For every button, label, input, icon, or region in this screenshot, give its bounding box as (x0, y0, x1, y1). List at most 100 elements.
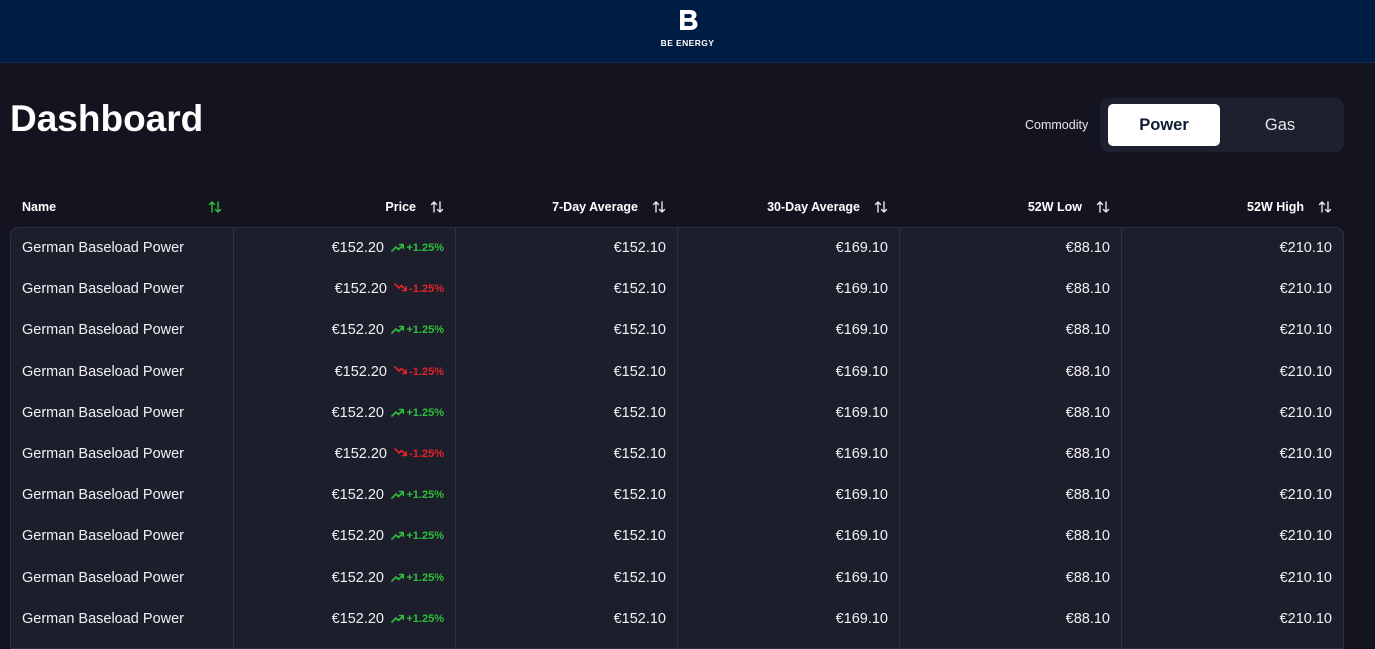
column-header-52w-low[interactable]: 52W Low (1028, 195, 1082, 219)
cell-52w-high: €210.10 (1279, 240, 1332, 256)
column-header-7-day-average[interactable]: 7-Day Average (552, 195, 638, 219)
trend-up-icon (391, 573, 405, 582)
trend-up-icon (391, 490, 405, 499)
cell-price-change: -1.25% (394, 434, 444, 474)
cell-price: €152.20 (331, 404, 384, 421)
cell-52w-low: €88.10 (1065, 281, 1110, 298)
trend-down-icon (394, 448, 408, 457)
sort-arrows-icon[interactable] (208, 200, 222, 214)
cell-30-day-average: €169.10 (835, 281, 888, 298)
cell-7-day-average: €152.10 (613, 363, 666, 380)
cell-30-day-average: €169.10 (835, 322, 888, 339)
cell-52w-low: €88.10 (1065, 363, 1110, 380)
cell-52w-low: €88.10 (1065, 446, 1110, 462)
cell-price: €152.20 (334, 363, 387, 380)
price-change-value: +1.25% (406, 571, 444, 584)
cell-52w-high: €210.10 (1279, 528, 1332, 545)
sort-arrows-icon[interactable] (1318, 200, 1332, 214)
commodity-option-gas[interactable]: Gas (1224, 104, 1336, 146)
table-row[interactable]: German Baseload Power €152.20 +1.25% €15… (11, 475, 1343, 516)
table-row[interactable]: German Baseload Power €152.20 +1.25% €15… (11, 228, 1343, 269)
cell-52w-high: €210.10 (1279, 446, 1332, 462)
cell-name: German Baseload Power (22, 487, 184, 504)
cell-52w-low: €88.10 (1065, 487, 1110, 504)
logo-b-icon (679, 10, 697, 30)
column-header-name[interactable]: Name (22, 195, 56, 219)
cell-price: €152.20 (331, 610, 384, 627)
cell-name: German Baseload Power (22, 240, 184, 256)
cell-price-change: -1.25% (394, 352, 444, 392)
table-row[interactable]: German Baseload Power €152.20 +1.25% €15… (11, 310, 1343, 351)
cell-7-day-average: €152.10 (613, 569, 666, 586)
price-change-value: -1.25% (409, 448, 444, 460)
sort-arrows-icon[interactable] (874, 200, 888, 214)
cell-30-day-average: €169.10 (835, 528, 888, 545)
price-change-value: -1.25% (409, 365, 444, 378)
cell-52w-high: €210.10 (1279, 569, 1332, 586)
cell-price-change: +1.25% (391, 599, 444, 639)
cell-price-change: +1.25% (391, 475, 444, 515)
trend-up-icon (391, 243, 405, 252)
table-row[interactable]: German Baseload Power €152.20 +1.25% €15… (11, 558, 1343, 599)
cell-7-day-average: €152.10 (613, 404, 666, 421)
cell-price: €152.20 (331, 322, 384, 339)
sort-arrows-icon[interactable] (430, 200, 444, 214)
cell-30-day-average: €169.10 (835, 610, 888, 627)
brand-logo[interactable]: BE ENERGY (0, 9, 1375, 48)
cell-52w-low: €88.10 (1065, 404, 1110, 421)
trend-down-icon (394, 365, 408, 374)
table-header: Name Price 7-Day Average 30-Day Average … (10, 195, 1344, 219)
price-change-value: +1.25% (406, 324, 444, 337)
cell-price-change: +1.25% (391, 310, 444, 350)
sort-arrows-icon[interactable] (1096, 200, 1110, 214)
trend-up-icon (391, 408, 405, 417)
cell-price: €152.20 (334, 281, 387, 298)
cell-30-day-average: €169.10 (835, 487, 888, 504)
table-row[interactable]: German Baseload Power €152.20 +1.25% €15… (11, 393, 1343, 434)
cell-30-day-average: €169.10 (835, 363, 888, 380)
cell-30-day-average: €169.10 (835, 240, 888, 256)
top-bar: BE ENERGY (0, 0, 1375, 63)
table-row[interactable]: German Baseload Power €152.20 +1.25% €15… (11, 599, 1343, 640)
page-title: Dashboard (10, 98, 204, 139)
trend-up-icon (391, 326, 405, 335)
table-row[interactable]: German Baseload Power €152.20 -1.25% €15… (11, 434, 1343, 475)
cell-price-change: +1.25% (391, 516, 444, 556)
sort-arrows-icon[interactable] (652, 200, 666, 214)
table-row[interactable]: German Baseload Power €152.20 -1.25% €15… (11, 269, 1343, 310)
trend-up-icon (391, 532, 405, 541)
cell-52w-low: €88.10 (1065, 528, 1110, 545)
table-row[interactable]: German Baseload Power €152.20 +1.25% €15… (11, 516, 1343, 557)
cell-price-change: +1.25% (391, 228, 444, 268)
cell-52w-high: €210.10 (1279, 281, 1332, 298)
price-change-value: +1.25% (406, 612, 444, 625)
cell-30-day-average: €169.10 (835, 569, 888, 586)
cell-30-day-average: €169.10 (835, 446, 888, 462)
cell-52w-high: €210.10 (1279, 363, 1332, 380)
column-header-30-day-average[interactable]: 30-Day Average (767, 195, 860, 219)
cell-price: €152.20 (331, 487, 384, 504)
column-header-price[interactable]: Price (385, 195, 416, 219)
cell-7-day-average: €152.10 (613, 446, 666, 462)
cell-52w-high: €210.10 (1279, 610, 1332, 627)
table-row[interactable]: German Baseload Power €152.20 -1.25% €15… (11, 352, 1343, 393)
cell-name: German Baseload Power (22, 610, 184, 627)
cell-price: €152.20 (331, 569, 384, 586)
price-change-value: +1.25% (406, 242, 444, 254)
cell-7-day-average: €152.10 (613, 281, 666, 298)
cell-price-change: +1.25% (391, 558, 444, 598)
cell-7-day-average: €152.10 (613, 528, 666, 545)
cell-52w-low: €88.10 (1065, 569, 1110, 586)
cell-30-day-average: €169.10 (835, 404, 888, 421)
commodity-option-power[interactable]: Power (1108, 104, 1220, 146)
cell-52w-high: €210.10 (1279, 487, 1332, 504)
price-change-value: +1.25% (406, 530, 444, 543)
cell-52w-low: €88.10 (1065, 240, 1110, 256)
cell-7-day-average: €152.10 (613, 322, 666, 339)
logo-text: BE ENERGY (660, 38, 715, 48)
column-header-52w-high[interactable]: 52W High (1247, 195, 1304, 219)
cell-price-change: +1.25% (391, 393, 444, 433)
prices-table: German Baseload Power €152.20 +1.25% €15… (10, 227, 1344, 649)
cell-price: €152.20 (334, 446, 387, 462)
trend-down-icon (394, 283, 408, 292)
